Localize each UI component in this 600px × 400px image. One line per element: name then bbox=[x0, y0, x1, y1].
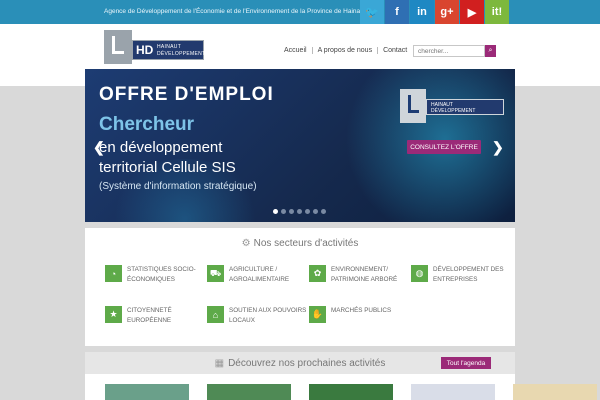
chart-icon: ◔ bbox=[105, 265, 122, 282]
sector-label: Statistiques socio-économiques bbox=[127, 266, 196, 283]
prev-arrow-icon[interactable]: ❮ bbox=[93, 139, 105, 156]
carousel-dot[interactable] bbox=[321, 209, 326, 214]
sector-label: Citoyenneté européenne bbox=[127, 307, 172, 324]
activity-thumbnail[interactable] bbox=[207, 384, 291, 400]
twitter-icon[interactable]: 🐦 bbox=[360, 0, 384, 24]
star-icon: ★ bbox=[105, 306, 122, 323]
carousel-dot[interactable] bbox=[281, 209, 286, 214]
sectors-section: ⚙ Nos secteurs d'activités ◔ Statistiques … bbox=[85, 228, 515, 346]
banner-logo: HAINAUT DÉVELOPPEMENT bbox=[400, 89, 504, 123]
next-arrow-icon[interactable]: ❯ bbox=[492, 139, 504, 156]
sectors-title: Nos secteurs d'activités bbox=[253, 238, 359, 249]
gears-icon: ⚙ bbox=[241, 238, 251, 249]
search-input[interactable] bbox=[413, 45, 485, 57]
plant-icon: ✿ bbox=[309, 265, 326, 282]
sector-item[interactable]: ⛟ Agriculture / agroalimentaire bbox=[207, 265, 307, 285]
googleplus-icon[interactable]: g+ bbox=[435, 0, 459, 24]
carousel-dot[interactable] bbox=[289, 209, 294, 214]
sector-label: Agriculture / agroalimentaire bbox=[229, 266, 290, 283]
consult-offer-button[interactable]: CONSULTEZ L'OFFRE bbox=[407, 140, 481, 154]
sector-item[interactable]: ◍ Développement des entreprises bbox=[411, 265, 511, 285]
activities-section: ▦ Découvrez nos prochaines activités Tout… bbox=[85, 352, 597, 400]
sector-label: Marchés publics bbox=[331, 307, 392, 314]
sector-item[interactable]: ✿ Environnement/ patrimoine arboré bbox=[309, 265, 409, 285]
tractor-icon: ⛟ bbox=[207, 265, 224, 282]
nav-contact[interactable]: Contact bbox=[378, 47, 412, 54]
nav-accueil[interactable]: Accueil bbox=[279, 47, 313, 54]
activity-thumbnail[interactable] bbox=[411, 384, 495, 400]
facebook-icon[interactable]: f bbox=[385, 0, 409, 24]
youtube-icon[interactable]: ▶ bbox=[460, 0, 484, 24]
carousel-dot[interactable] bbox=[297, 209, 302, 214]
logo-line2: DÉVELOPPEMENT bbox=[157, 51, 206, 57]
banner-emblem-icon bbox=[400, 89, 426, 123]
nav-a-propos[interactable]: A propos de nous bbox=[313, 47, 379, 54]
activity-thumbnail[interactable] bbox=[513, 384, 597, 400]
building-icon: ⌂ bbox=[207, 306, 224, 323]
sector-item[interactable]: ◔ Statistiques socio-économiques bbox=[105, 265, 205, 285]
banner-subtitle-4: (Système d'information stratégique) bbox=[99, 181, 257, 192]
top-bar: Agence de Développement de l'Économie et… bbox=[0, 0, 600, 24]
search-button[interactable]: ⌕ bbox=[485, 45, 496, 57]
carousel-dot[interactable] bbox=[273, 209, 278, 214]
sector-label: Soutien aux pouvoirs locaux bbox=[229, 307, 307, 324]
logo-hd-text: HD bbox=[136, 43, 154, 57]
main-nav: Accueil A propos de nous Contact bbox=[279, 47, 412, 54]
calendar-icon: ▦ bbox=[214, 358, 225, 369]
linkedin-icon[interactable]: in bbox=[410, 0, 434, 24]
sector-label: Environnement/ patrimoine arboré bbox=[331, 266, 398, 283]
banner-title: OFFRE D'EMPLOI bbox=[99, 84, 274, 105]
tagline: Agence de Développement de l'Économie et… bbox=[104, 8, 366, 15]
sector-item[interactable]: ✋ Marchés publics bbox=[309, 306, 409, 323]
activity-thumbnail[interactable] bbox=[309, 384, 393, 400]
handshake-icon: ✋ bbox=[309, 306, 326, 323]
site-logo[interactable]: HD HAINAUT DÉVELOPPEMENT bbox=[104, 30, 206, 66]
sector-item[interactable]: ★ Citoyenneté européenne bbox=[105, 306, 205, 326]
carousel-dot[interactable] bbox=[305, 209, 310, 214]
hero-banner[interactable]: OFFRE D'EMPLOI Chercheur en développemen… bbox=[85, 69, 515, 222]
banner-subtitle-3: territorial Cellule SIS bbox=[99, 159, 236, 176]
activity-thumbnail[interactable] bbox=[105, 384, 189, 400]
search-icon: ⌕ bbox=[488, 47, 493, 54]
banner-subtitle-1: Chercheur bbox=[99, 114, 195, 135]
itunes-icon[interactable]: it! bbox=[485, 0, 509, 24]
sector-item[interactable]: ⌂ Soutien aux pouvoirs locaux bbox=[207, 306, 307, 326]
banner-hd-logo: HAINAUT DÉVELOPPEMENT bbox=[426, 99, 504, 115]
logo-line1: HAINAUT bbox=[157, 44, 182, 50]
hd-logo: HD HAINAUT DÉVELOPPEMENT bbox=[132, 40, 206, 60]
carousel-dot[interactable] bbox=[313, 209, 318, 214]
agenda-button[interactable]: Tout l'agenda bbox=[441, 357, 491, 369]
carousel-dots bbox=[273, 209, 326, 214]
banner-logo-line2: DÉVELOPPEMENT bbox=[431, 108, 476, 114]
globe-icon: ◍ bbox=[411, 265, 428, 282]
province-emblem-icon bbox=[104, 30, 132, 64]
activities-title: Découvrez nos prochaines activités bbox=[228, 358, 386, 369]
sector-label: Développement des entreprises bbox=[433, 266, 504, 283]
sectors-title-wrap: ⚙ Nos secteurs d'activités bbox=[85, 238, 515, 249]
banner-subtitle-2: en développement bbox=[99, 139, 223, 156]
